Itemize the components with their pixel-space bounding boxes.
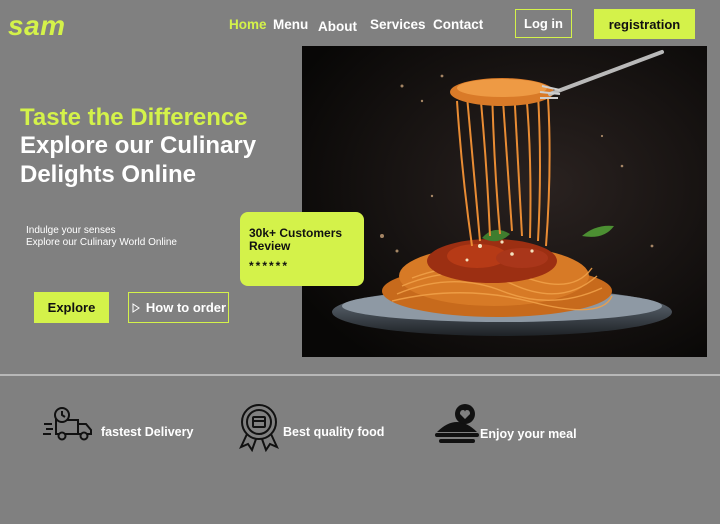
meal-icon bbox=[433, 402, 481, 453]
how-to-order-button[interactable]: How to order bbox=[128, 292, 229, 323]
nav-services[interactable]: Services bbox=[370, 17, 426, 32]
customer-review-card: 30k+ Customers Review ****** bbox=[240, 212, 364, 286]
review-stars: ****** bbox=[249, 259, 290, 273]
review-card-title: 30k+ Customers Review bbox=[249, 226, 343, 253]
nav-contact[interactable]: Contact bbox=[433, 17, 483, 32]
feature-best-quality-food: Best quality food bbox=[283, 425, 385, 439]
delivery-truck-icon bbox=[42, 406, 94, 449]
hero-headline-accent: Taste the Difference bbox=[20, 104, 248, 131]
section-divider bbox=[0, 374, 720, 376]
spaghetti-illustration bbox=[302, 46, 707, 357]
play-icon bbox=[132, 302, 140, 313]
hero-subtext-line-1: Indulge your senses bbox=[26, 225, 116, 236]
how-to-order-label: How to order bbox=[145, 300, 227, 315]
hero-headline: Explore our Culinary Delights Online bbox=[20, 132, 257, 188]
login-button[interactable]: Log in bbox=[515, 9, 572, 38]
registration-button[interactable]: registration bbox=[594, 9, 695, 39]
brand-logo[interactable]: sam bbox=[8, 10, 66, 42]
hero-subtext: Indulge your senses Explore our Culinary… bbox=[26, 225, 177, 249]
nav-home[interactable]: Home bbox=[229, 17, 267, 32]
quality-badge-icon bbox=[233, 400, 285, 457]
feature-enjoy-your-meal: Enjoy your meal bbox=[480, 427, 577, 441]
hero-subtext-line-2: Explore our Culinary World Online bbox=[26, 237, 177, 248]
nav-about[interactable]: About bbox=[318, 19, 357, 34]
feature-fastest-delivery: fastest Delivery bbox=[101, 425, 194, 439]
explore-button[interactable]: Explore bbox=[34, 292, 109, 323]
nav-menu[interactable]: Menu bbox=[273, 17, 308, 32]
hero-spaghetti-image bbox=[302, 46, 707, 357]
